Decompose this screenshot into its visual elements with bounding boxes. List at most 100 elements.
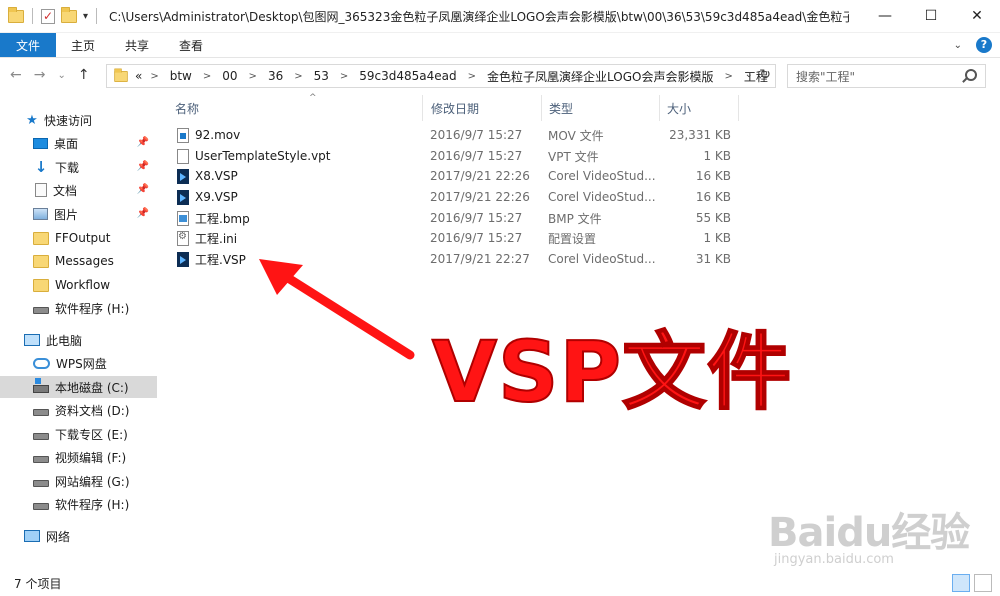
column-header-date[interactable]: 修改日期 [431,96,479,120]
breadcrumb-item[interactable]: 36 [268,69,283,83]
sidebar-item-label: 资料文档 (D:) [55,403,130,418]
file-row[interactable]: 工程.ini 2016/9/7 15:27 配置设置 1 KB [173,228,739,248]
sidebar-item-documents[interactable]: 文档 📌 [0,179,157,201]
file-type: Corel VideoStud... [548,252,656,266]
refresh-icon[interactable]: ↻ [759,67,771,83]
breadcrumb-item[interactable]: 金色粒子凤凰演绎企业LOGO会声会影模版 [487,68,713,85]
breadcrumb-item[interactable]: btw [170,69,192,83]
tab-file[interactable]: 文件 [0,33,56,57]
column-divider[interactable] [541,95,542,121]
star-icon: ★ [26,112,38,128]
sidebar-item-drive-d[interactable]: 资料文档 (D:) [0,399,157,421]
details-view-icon[interactable] [952,574,970,592]
sidebar-item-workflow[interactable]: Workflow [0,274,157,296]
chevron-right-icon[interactable]: > [294,71,302,82]
new-folder-icon[interactable] [61,6,77,23]
address-dropdown-icon[interactable]: ⌄ [745,69,753,80]
breadcrumb-item[interactable]: 00 [222,69,237,83]
sidebar-item-drive-f[interactable]: 视频编辑 (F:) [0,446,157,468]
pin-icon[interactable]: 📌 [137,184,149,195]
breadcrumb-item[interactable]: 59c3d485a4ead [359,69,456,83]
back-arrow-icon[interactable]: ← [10,67,22,83]
sidebar-item-desktop[interactable]: 桌面 📌 [0,132,157,154]
system-drive-icon [33,377,49,393]
column-divider[interactable] [738,95,739,121]
drive-icon [33,502,49,510]
minimize-button[interactable]: — [862,0,908,32]
document-icon [35,183,47,197]
search-placeholder: 搜索"工程" [796,69,856,84]
sidebar-item-drive-h[interactable]: 软件程序 (H:) [0,297,157,319]
pin-icon[interactable]: 📌 [137,137,149,148]
column-header-label: 类型 [549,101,574,116]
close-button[interactable]: ✕ [954,0,1000,32]
sidebar-item-pictures[interactable]: 图片 📌 [0,203,157,225]
properties-icon[interactable]: ✓ [41,8,55,24]
sidebar-item-drive-c[interactable]: 本地磁盘 (C:) [0,376,157,398]
sidebar-item-label: 文档 [53,183,78,198]
chevron-right-icon[interactable]: > [203,71,211,82]
sidebar-item-label: 下载专区 (E:) [55,427,128,442]
pin-icon[interactable]: 📌 [137,161,149,172]
column-divider[interactable] [422,95,423,121]
search-input[interactable]: 搜索"工程" [787,64,986,88]
file-name: X9.VSP [195,190,238,204]
file-type: BMP 文件 [548,211,602,226]
sidebar-item-drive-g[interactable]: 网站编程 (G:) [0,470,157,492]
file-row[interactable]: UserTemplateStyle.vpt 2016/9/7 15:27 VPT… [173,146,739,166]
chevron-right-icon[interactable]: > [725,71,733,82]
sidebar-item-drive-e[interactable]: 下载专区 (E:) [0,423,157,445]
sidebar-this-pc[interactable]: 此电脑 [0,329,157,351]
chevron-right-icon[interactable]: > [150,71,158,82]
file-name: 工程.ini [195,231,238,246]
annotation-label: VSP文件 [431,322,793,422]
navigation-pane: ★ 快速访问 桌面 📌 ↓ 下载 📌 文档 📌 图片 📌 FFOutput Me… [0,93,157,571]
drive-icon [33,455,49,463]
sidebar-item-drive-h2[interactable]: 软件程序 (H:) [0,493,157,515]
column-header-type[interactable]: 类型 [549,96,573,120]
expand-ribbon-icon[interactable]: ⌄ [954,40,962,51]
mov-file-icon [177,128,189,143]
sidebar-item-messages[interactable]: Messages [0,250,157,272]
file-row[interactable]: 工程.bmp 2016/9/7 15:27 BMP 文件 55 KB [173,208,739,228]
column-divider[interactable] [659,95,660,121]
navigation-bar: ← → ⌄ ↑ « > btw > 00 > 36 > 53 > 59c3d48… [0,57,1000,93]
recent-locations-icon[interactable]: ⌄ [57,70,65,81]
sidebar-item-wps-cloud[interactable]: WPS网盘 [0,352,157,374]
address-bar[interactable]: « > btw > 00 > 36 > 53 > 59c3d485a4ead >… [106,64,776,88]
sidebar-item-label: 软件程序 (H:) [55,301,130,316]
customize-toolbar-icon[interactable]: ▾ [83,11,88,22]
sidebar-quick-access[interactable]: ★ 快速访问 [0,109,157,131]
desktop-icon [33,137,48,149]
up-arrow-icon[interactable]: ↑ [78,67,90,83]
column-header-size[interactable]: 大小 [667,96,691,120]
file-row[interactable]: 92.mov 2016/9/7 15:27 MOV 文件 23,331 KB [173,125,739,145]
chevron-right-icon[interactable]: > [468,71,476,82]
sidebar-network[interactable]: 网络 [0,525,157,547]
vsp-file-icon [177,169,189,184]
file-name: 92.mov [195,128,241,142]
large-icons-view-icon[interactable] [974,574,992,592]
sidebar-item-downloads[interactable]: ↓ 下载 📌 [0,156,157,178]
column-header-name[interactable]: 名称 ^ [175,93,425,120]
file-row[interactable]: X9.VSP 2017/9/21 22:26 Corel VideoStud..… [173,187,739,207]
tab-home[interactable]: 主页 [56,33,110,57]
file-row[interactable]: X8.VSP 2017/9/21 22:26 Corel VideoStud..… [173,166,739,186]
file-date: 2017/9/21 22:27 [430,252,530,266]
chevron-right-icon[interactable]: > [249,71,257,82]
breadcrumb-item[interactable]: 53 [314,69,329,83]
pin-icon[interactable]: 📌 [137,208,149,219]
forward-arrow-icon[interactable]: → [34,67,46,83]
chevron-right-icon[interactable]: > [340,71,348,82]
sidebar-item-label: 软件程序 (H:) [55,497,130,512]
folder-icon [33,231,49,245]
file-date: 2016/9/7 15:27 [430,231,523,245]
help-icon[interactable]: ? [976,37,992,53]
item-count: 7 个项目 [14,577,62,591]
sidebar-item-label: 网络 [46,529,71,544]
tab-view[interactable]: 查看 [164,33,218,57]
sidebar-item-ffoutput[interactable]: FFOutput [0,227,157,249]
tab-share[interactable]: 共享 [110,33,164,57]
maximize-button[interactable]: ☐ [908,0,954,32]
breadcrumb-overflow[interactable]: « [135,69,142,83]
